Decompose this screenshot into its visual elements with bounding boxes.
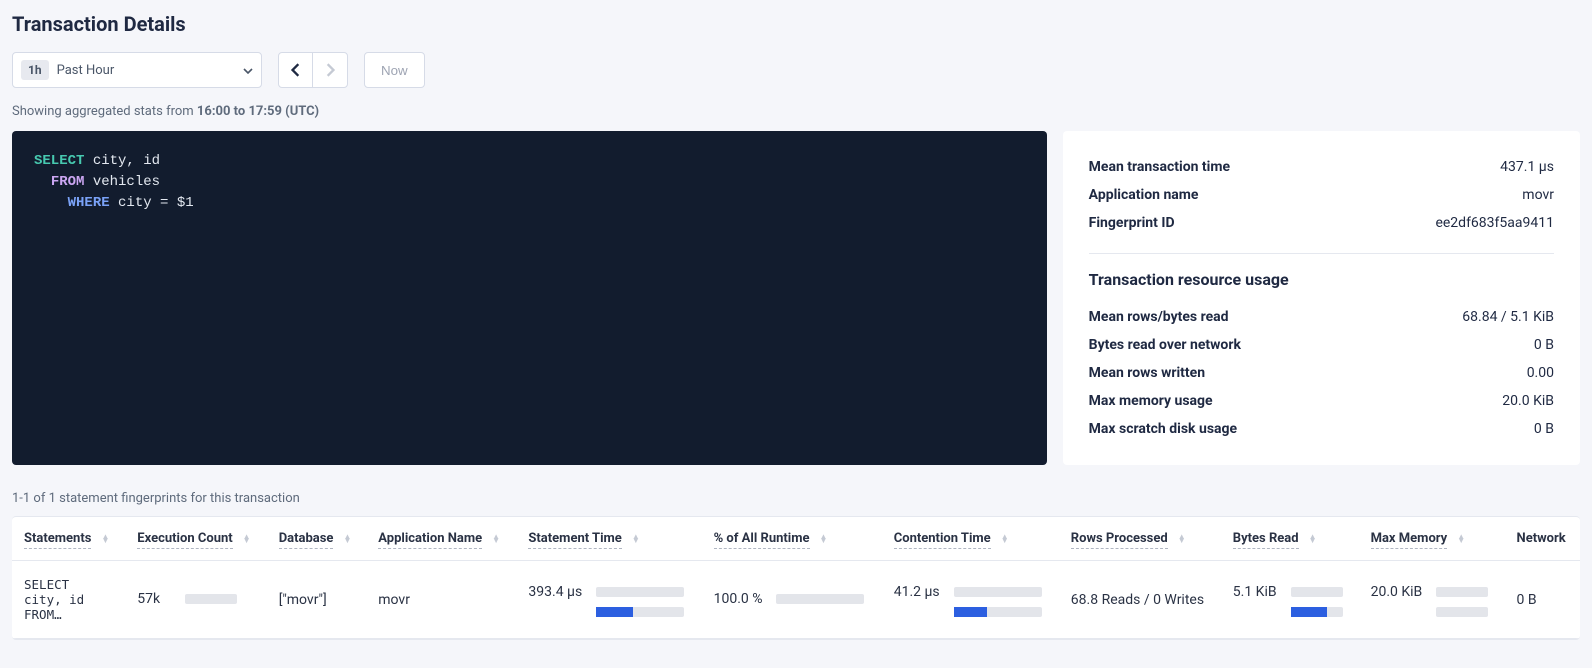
col-app-name[interactable]: Application Name▲▼ — [366, 517, 516, 561]
summary-card: Mean transaction time 437.1 µs Applicati… — [1063, 131, 1580, 465]
cell-stmt-time: 393.4 µs — [516, 561, 701, 639]
sort-icon: ▲▼ — [1178, 535, 1186, 543]
col-rows-processed[interactable]: Rows Processed▲▼ — [1059, 517, 1221, 561]
kv-max-mem: Max memory usage 20.0 KiB — [1089, 387, 1554, 415]
time-prev-button[interactable] — [279, 53, 313, 87]
cell-app-name: movr — [366, 561, 516, 639]
sort-icon: ▲▼ — [632, 535, 640, 543]
kv-rows-written: Mean rows written 0.00 — [1089, 359, 1554, 387]
bar-max-memory — [1436, 587, 1488, 597]
cell-pct-runtime: 100.0 % — [702, 561, 882, 639]
kv-bytes-network: Bytes read over network 0 B — [1089, 331, 1554, 359]
kv-max-scratch: Max scratch disk usage 0 B — [1089, 415, 1554, 443]
bar-contention — [954, 587, 1042, 597]
col-database[interactable]: Database▲▼ — [267, 517, 367, 561]
col-bytes-read[interactable]: Bytes Read▲▼ — [1221, 517, 1359, 561]
cell-exec-count: 57k — [125, 561, 266, 639]
resource-usage-heading: Transaction resource usage — [1089, 270, 1554, 289]
statements-table-card: Statements▲▼ Execution Count▲▼ Database▲… — [12, 516, 1580, 640]
chevron-right-icon — [325, 63, 335, 77]
bar-bytes-read-2 — [1291, 607, 1343, 617]
now-button: Now — [364, 52, 425, 88]
cell-database: ["movr"] — [267, 561, 367, 639]
col-pct-runtime[interactable]: % of All Runtime▲▼ — [702, 517, 882, 561]
time-range-picker[interactable]: 1h Past Hour — [12, 52, 262, 88]
bar-exec-count — [185, 594, 237, 604]
col-statements[interactable]: Statements▲▼ — [12, 517, 125, 561]
kv-mean-txn-time: Mean transaction time 437.1 µs — [1089, 153, 1554, 181]
bar-bytes-read — [1291, 587, 1343, 597]
statements-table: Statements▲▼ Execution Count▲▼ Database▲… — [12, 517, 1580, 639]
time-nav-group — [278, 52, 348, 88]
bar-max-memory-2 — [1436, 607, 1488, 617]
sort-icon: ▲▼ — [343, 535, 351, 543]
cell-rows-processed: 68.8 Reads / 0 Writes — [1059, 561, 1221, 639]
table-row: SELECT city, id FROM… 57k ["movr"] movr … — [12, 561, 1580, 639]
kv-rows-bytes-read: Mean rows/bytes read 68.84 / 5.1 KiB — [1089, 303, 1554, 331]
bar-stmt-time-2 — [596, 607, 684, 617]
cell-bytes-read: 5.1 KiB — [1221, 561, 1359, 639]
col-stmt-time[interactable]: Statement Time▲▼ — [516, 517, 701, 561]
col-exec-count[interactable]: Execution Count▲▼ — [125, 517, 266, 561]
bar-contention-2 — [954, 607, 1042, 617]
cell-network: 0 B — [1505, 561, 1580, 639]
col-max-memory[interactable]: Max Memory▲▼ — [1359, 517, 1505, 561]
bar-stmt-time — [596, 587, 684, 597]
sort-icon: ▲▼ — [492, 535, 500, 543]
sql-statement-box: SELECT city, id FROM vehicles WHERE city… — [12, 131, 1047, 465]
sort-icon: ▲▼ — [820, 535, 828, 543]
sort-icon: ▲▼ — [101, 535, 109, 543]
page-title: Transaction Details — [12, 12, 1580, 36]
kv-fingerprint-id: Fingerprint ID ee2df683f5aa9411 — [1089, 209, 1554, 237]
col-contention[interactable]: Contention Time▲▼ — [882, 517, 1059, 561]
time-range-badge: 1h — [21, 60, 49, 80]
chevron-down-icon — [243, 63, 253, 77]
divider — [1089, 253, 1554, 254]
col-network[interactable]: Network — [1505, 517, 1580, 561]
aggregation-info: Showing aggregated stats from 16:00 to 1… — [12, 104, 1580, 119]
sort-icon: ▲▼ — [1457, 535, 1465, 543]
cell-max-memory: 20.0 KiB — [1359, 561, 1505, 639]
time-range-label: Past Hour — [57, 63, 243, 78]
cell-contention: 41.2 µs — [882, 561, 1059, 639]
fingerprint-count: 1-1 of 1 statement fingerprints for this… — [12, 491, 1580, 506]
time-next-button — [313, 53, 347, 87]
bar-pct-runtime — [776, 594, 864, 604]
chevron-left-icon — [291, 63, 301, 77]
kv-app-name: Application name movr — [1089, 181, 1554, 209]
controls-row: 1h Past Hour Now — [12, 52, 1580, 88]
cell-statement[interactable]: SELECT city, id FROM… — [12, 561, 125, 639]
sort-icon: ▲▼ — [1309, 535, 1317, 543]
sort-icon: ▲▼ — [243, 535, 251, 543]
sort-icon: ▲▼ — [1001, 535, 1009, 543]
